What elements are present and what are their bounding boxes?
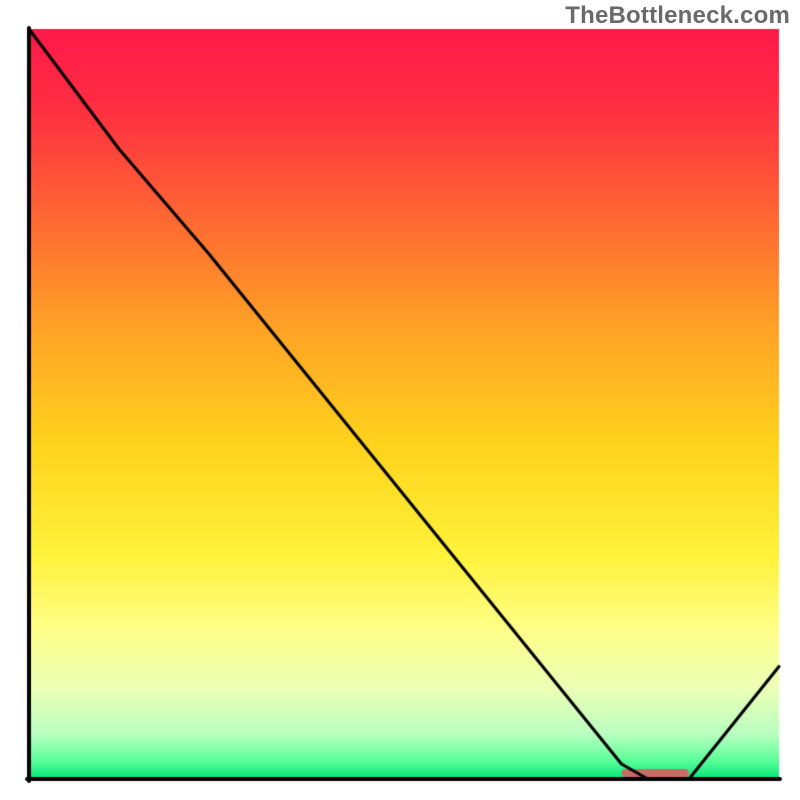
chart-canvas (0, 0, 800, 800)
